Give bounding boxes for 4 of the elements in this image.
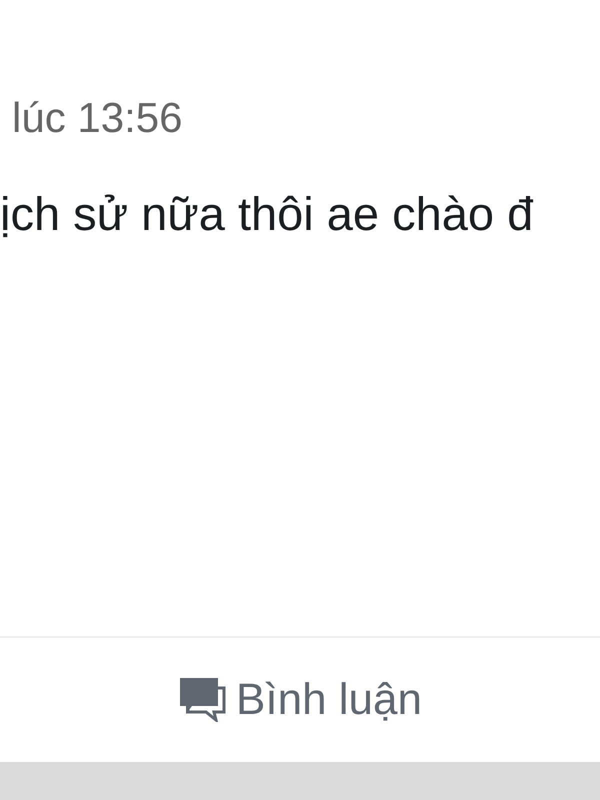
comment-button[interactable]: Bình luận — [170, 671, 430, 729]
comment-icon — [178, 678, 226, 722]
post-timestamp: lúc 13:56 — [12, 94, 182, 142]
post-text: ịch sử nữa thôi ae chào đ — [0, 186, 534, 241]
